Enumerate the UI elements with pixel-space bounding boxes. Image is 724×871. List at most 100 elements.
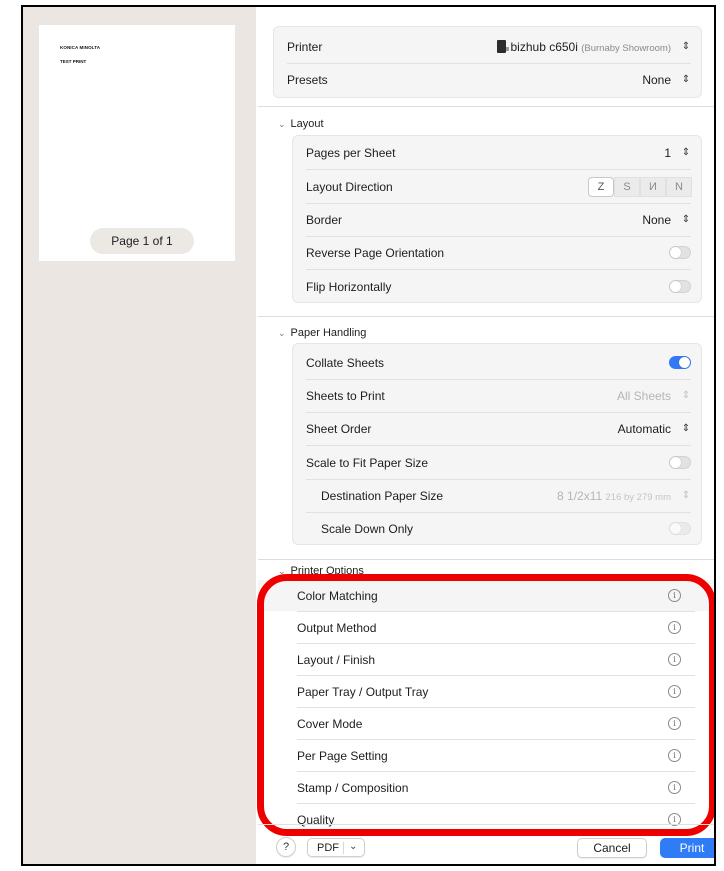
paper-tray-label: Paper Tray / Output Tray bbox=[297, 685, 429, 699]
print-button[interactable]: Print bbox=[660, 838, 714, 858]
scale-down-only-toggle[interactable] bbox=[669, 522, 691, 535]
page-count-badge: Page 1 of 1 bbox=[90, 228, 194, 254]
pages-per-sheet-value[interactable]: 1 bbox=[664, 146, 671, 160]
info-icon[interactable]: i bbox=[668, 781, 681, 794]
sheets-to-print-label: Sheets to Print bbox=[306, 388, 385, 403]
printer-icon bbox=[496, 39, 509, 53]
collate-toggle[interactable] bbox=[669, 356, 691, 369]
stamp-composition-row[interactable]: Stamp / Composition i bbox=[258, 772, 714, 803]
printer-options-section-title: Printer Options bbox=[290, 565, 364, 577]
presets-stepper-icon[interactable]: ⇕ bbox=[680, 73, 692, 87]
direction-s-button[interactable]: S bbox=[614, 177, 640, 197]
layout-direction-label: Layout Direction bbox=[306, 179, 393, 194]
paper-handling-group: Collate Sheets Sheets to Print All Sheet… bbox=[292, 343, 702, 545]
info-icon[interactable]: i bbox=[668, 717, 681, 730]
flip-horizontally-row: Flip Horizontally bbox=[293, 270, 701, 303]
flip-horizontally-toggle[interactable] bbox=[669, 280, 691, 293]
scale-to-fit-label: Scale to Fit Paper Size bbox=[306, 455, 429, 470]
sheets-to-print-value[interactable]: All Sheets bbox=[617, 389, 671, 403]
preview-pane: KONICA MINOLTA TEST PRINT Page 1 of 1 bbox=[23, 7, 256, 864]
scale-to-fit-toggle[interactable] bbox=[669, 456, 691, 469]
preview-text-brand: KONICA MINOLTA bbox=[60, 45, 101, 50]
direction-reverse-n-button[interactable]: И bbox=[640, 177, 666, 197]
info-icon[interactable]: i bbox=[668, 589, 681, 602]
presets-value[interactable]: None bbox=[642, 73, 671, 87]
output-method-label: Output Method bbox=[297, 621, 377, 635]
flip-horizontally-label: Flip Horizontally bbox=[306, 279, 392, 294]
printer-stepper-icon[interactable]: ⇕ bbox=[680, 40, 692, 54]
sheet-order-row[interactable]: Sheet Order Automatic ⇕ bbox=[293, 412, 701, 445]
help-button[interactable]: ? bbox=[276, 837, 296, 857]
destination-paper-size-name: 8 1/2x11 bbox=[557, 488, 603, 503]
info-icon[interactable]: i bbox=[668, 653, 681, 666]
printer-select[interactable]: bizhub c650i (Burnaby Showroom) bbox=[496, 39, 671, 54]
direction-z-button[interactable]: Z bbox=[588, 177, 614, 197]
sheet-order-stepper-icon[interactable]: ⇕ bbox=[680, 422, 692, 436]
destination-paper-size-detail: 216 by 279 mm bbox=[605, 491, 671, 503]
printer-name: bizhub c650i bbox=[510, 39, 578, 54]
section-divider bbox=[258, 106, 714, 107]
border-stepper-icon[interactable]: ⇕ bbox=[680, 213, 692, 227]
scale-down-only-label: Scale Down Only bbox=[321, 521, 414, 536]
paper-handling-section-header[interactable]: ⌄ Paper Handling bbox=[278, 327, 366, 339]
printer-label: Printer bbox=[287, 39, 323, 54]
border-row[interactable]: Border None ⇕ bbox=[293, 203, 701, 236]
layout-section-header[interactable]: ⌄ Layout bbox=[278, 118, 324, 130]
layout-section-title: Layout bbox=[290, 118, 324, 130]
presets-row[interactable]: Presets None ⇕ bbox=[274, 63, 701, 96]
printer-options-section-header[interactable]: ⌄ Printer Options bbox=[278, 565, 364, 577]
pages-per-sheet-row[interactable]: Pages per Sheet 1 ⇕ bbox=[293, 136, 701, 169]
border-value[interactable]: None bbox=[642, 213, 671, 227]
preview-text-title: TEST PRINT bbox=[60, 59, 87, 64]
section-divider bbox=[258, 559, 714, 560]
quality-row[interactable]: Quality i bbox=[258, 804, 714, 835]
divider bbox=[343, 842, 344, 854]
destination-paper-size-row: Destination Paper Size 8 1/2x11 216 by 2… bbox=[293, 479, 701, 512]
pages-per-sheet-stepper-icon[interactable]: ⇕ bbox=[680, 146, 692, 160]
info-icon[interactable]: i bbox=[668, 749, 681, 762]
direction-n-button[interactable]: N bbox=[666, 177, 692, 197]
paper-tray-row[interactable]: Paper Tray / Output Tray i bbox=[258, 676, 714, 707]
layout-finish-row[interactable]: Layout / Finish i bbox=[258, 644, 714, 675]
reverse-orientation-label: Reverse Page Orientation bbox=[306, 245, 445, 260]
chevron-down-icon: ⌄ bbox=[278, 118, 286, 129]
destination-paper-size-stepper-icon[interactable]: ⇕ bbox=[680, 489, 692, 503]
border-label: Border bbox=[306, 212, 343, 227]
per-page-setting-row[interactable]: Per Page Setting i bbox=[258, 740, 714, 771]
sheets-to-print-stepper-icon[interactable]: ⇕ bbox=[680, 389, 692, 403]
layout-finish-label: Layout / Finish bbox=[297, 653, 376, 667]
per-page-setting-label: Per Page Setting bbox=[297, 749, 388, 763]
collate-label: Collate Sheets bbox=[306, 355, 385, 370]
reverse-orientation-toggle[interactable] bbox=[669, 246, 691, 259]
info-icon[interactable]: i bbox=[668, 685, 681, 698]
section-divider bbox=[258, 316, 714, 317]
color-matching-label: Color Matching bbox=[297, 589, 378, 603]
info-icon[interactable]: i bbox=[668, 621, 681, 634]
reverse-orientation-row: Reverse Page Orientation bbox=[293, 236, 701, 269]
chevron-down-icon: ⌄ bbox=[278, 565, 286, 576]
printer-presets-group: Printer bizhub c650i (Burnaby Showroom) … bbox=[273, 26, 702, 98]
stamp-composition-label: Stamp / Composition bbox=[297, 781, 409, 795]
color-matching-row[interactable]: Color Matching i bbox=[258, 580, 714, 611]
collate-row: Collate Sheets bbox=[293, 346, 701, 379]
page-preview: KONICA MINOLTA TEST PRINT bbox=[39, 25, 235, 261]
layout-direction-row: Layout Direction Z S И N bbox=[293, 170, 701, 203]
output-method-row[interactable]: Output Method i bbox=[258, 612, 714, 643]
pdf-button-label: PDF bbox=[317, 841, 339, 854]
layout-direction-segmented: Z S И N bbox=[588, 177, 692, 197]
destination-paper-size-value[interactable]: 8 1/2x11 216 by 279 mm bbox=[557, 489, 671, 503]
pdf-menu-button[interactable]: PDF ⌄ bbox=[307, 838, 365, 857]
cancel-button[interactable]: Cancel bbox=[577, 838, 647, 858]
layout-group: Pages per Sheet 1 ⇕ Layout Direction Z S… bbox=[292, 135, 702, 303]
scale-down-only-row: Scale Down Only bbox=[293, 512, 701, 545]
cover-mode-label: Cover Mode bbox=[297, 717, 363, 731]
sheets-to-print-row: Sheets to Print All Sheets ⇕ bbox=[293, 379, 701, 412]
cover-mode-row[interactable]: Cover Mode i bbox=[258, 708, 714, 739]
presets-label: Presets bbox=[287, 72, 328, 87]
print-dialog: KONICA MINOLTA TEST PRINT Page 1 of 1 Pr… bbox=[21, 5, 716, 866]
pages-per-sheet-label: Pages per Sheet bbox=[306, 145, 396, 160]
printer-row[interactable]: Printer bizhub c650i (Burnaby Showroom) … bbox=[274, 30, 701, 63]
sheet-order-value[interactable]: Automatic bbox=[618, 422, 671, 436]
scale-to-fit-row: Scale to Fit Paper Size bbox=[293, 446, 701, 479]
paper-handling-section-title: Paper Handling bbox=[290, 327, 367, 339]
